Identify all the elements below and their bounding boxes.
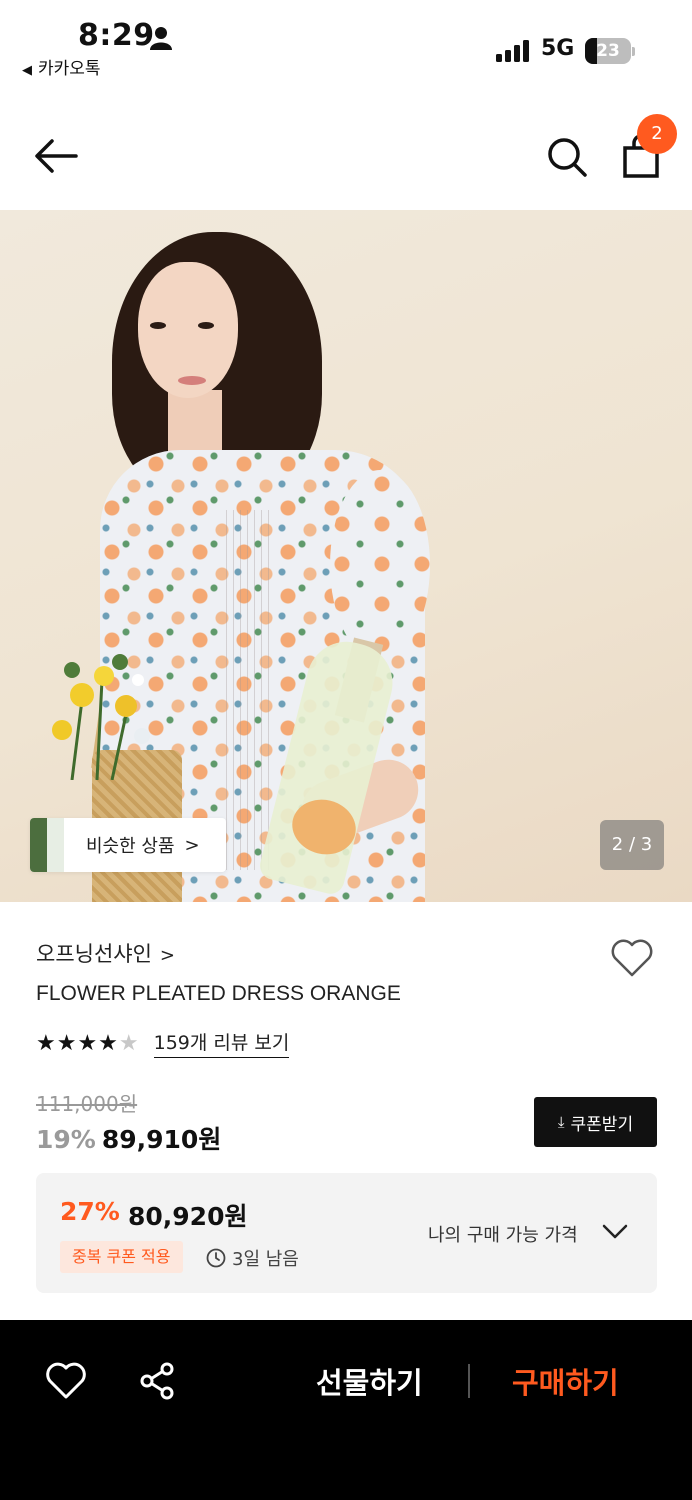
rating-row: ★★★★★ 159개 리뷰 보기 <box>36 1028 290 1058</box>
product-image-gallery[interactable] <box>0 210 692 902</box>
back-to-app-link[interactable]: ◀ 카카오톡 <box>22 54 101 79</box>
my-price-box[interactable]: 27% 80,920원 중복 쿠폰 적용 3일 남음 나의 구매 가능 가격 <box>36 1173 657 1293</box>
download-icon: ⤓ <box>557 1113 565 1131</box>
image-page-indicator: 2 / 3 <box>600 820 664 870</box>
signal-icon <box>496 40 529 62</box>
price-row: 19% 89,910원 <box>36 1120 221 1156</box>
time-left-label: 3일 남음 <box>232 1249 299 1270</box>
model-eye <box>150 322 166 329</box>
chevron-right-icon: > <box>159 945 176 966</box>
status-bar: 8:29 ◀ 카카오톡 5G 23 <box>0 0 692 88</box>
top-nav: 2 <box>0 100 692 210</box>
get-coupon-button[interactable]: ⤓ 쿠폰받기 <box>534 1097 657 1147</box>
sale-price: 89,910원 <box>101 1125 222 1154</box>
puff-sleeve <box>330 470 430 660</box>
my-price: 80,920원 <box>128 1202 248 1231</box>
brand-link[interactable]: 오프닝선샤인 > <box>36 938 175 968</box>
star-rating-icon: ★★★★★ <box>36 1030 140 1056</box>
bottom-action-bar: 선물하기 구매하기 <box>0 1320 692 1500</box>
chevron-down-icon <box>602 1224 628 1239</box>
coupon-tag: 중복 쿠폰 적용 <box>60 1241 183 1273</box>
button-divider <box>468 1364 470 1398</box>
chevron-right-icon: > <box>184 834 200 856</box>
my-price-label: 나의 구매 가능 가격 <box>428 1225 578 1246</box>
back-app-label: 카카오톡 <box>38 59 101 79</box>
heart-icon[interactable] <box>46 1362 86 1400</box>
time-left: 3일 남음 <box>206 1245 299 1271</box>
network-type: 5G <box>541 36 575 61</box>
status-time: 8:29 <box>78 18 155 53</box>
product-name: FLOWER PLEATED DRESS ORANGE <box>36 982 401 1005</box>
battery-icon: 23 <box>585 38 631 64</box>
get-coupon-label: 쿠폰받기 <box>570 1114 634 1135</box>
share-icon[interactable] <box>138 1362 176 1400</box>
similar-products-label: 비슷한 상품 <box>86 836 175 857</box>
gift-button[interactable]: 선물하기 <box>316 1360 423 1402</box>
wishlist-heart-icon[interactable] <box>610 938 654 978</box>
back-triangle-icon: ◀ <box>22 63 32 78</box>
original-price: 111,000원 <box>36 1092 138 1116</box>
model-eye <box>198 322 214 329</box>
brand-name: 오프닝선샤인 <box>36 942 152 966</box>
my-discount-percent: 27% <box>60 1197 120 1226</box>
buy-button[interactable]: 구매하기 <box>512 1360 619 1402</box>
battery-cap <box>632 47 635 56</box>
similar-product-thumbnail <box>30 818 64 872</box>
reviews-link[interactable]: 159개 리뷰 보기 <box>153 1028 290 1058</box>
flower-bouquet <box>52 654 150 780</box>
search-icon[interactable] <box>546 136 588 178</box>
person-icon <box>150 27 172 50</box>
dress-pleats <box>220 510 270 870</box>
back-arrow-icon[interactable] <box>32 136 80 176</box>
discount-percent: 19% <box>36 1125 96 1154</box>
similar-products-button[interactable]: 비슷한 상품 > <box>30 818 226 872</box>
battery-level: 23 <box>596 41 620 61</box>
clock-icon <box>206 1248 226 1268</box>
cart-count-badge: 2 <box>637 114 677 154</box>
model-lips <box>178 376 206 385</box>
